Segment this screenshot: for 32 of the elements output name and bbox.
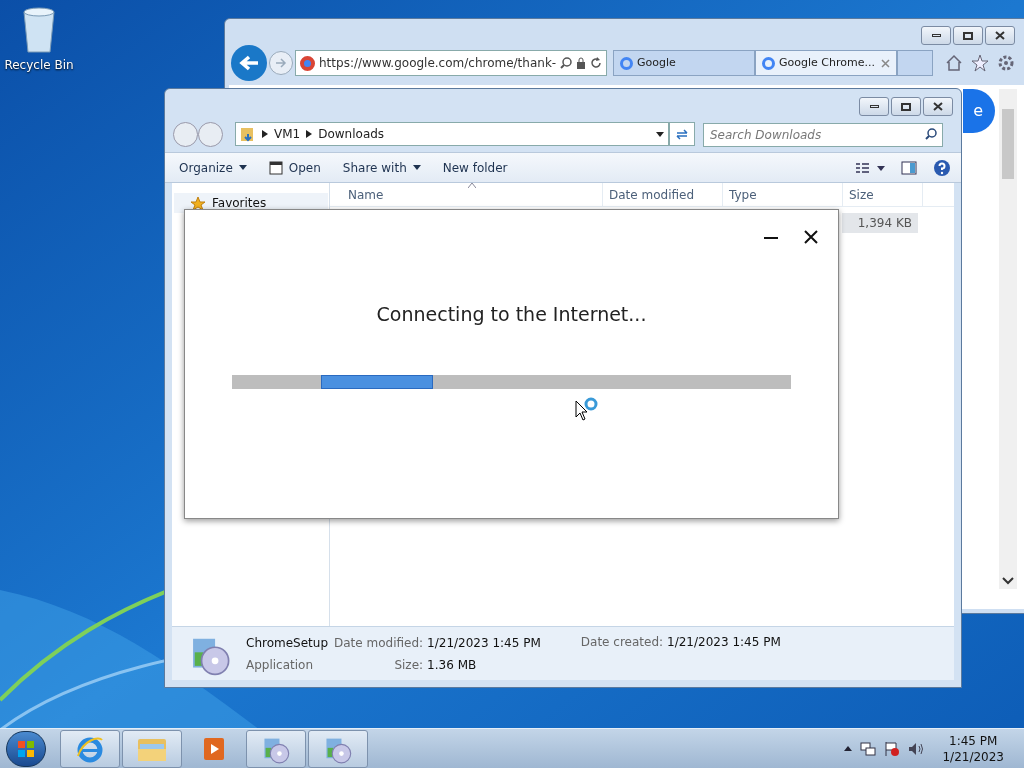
search-field[interactable]: Search Downloads: [703, 122, 943, 147]
sign-in-button[interactable]: e: [963, 89, 995, 133]
address-bar[interactable]: VM1 Downloads: [235, 122, 669, 146]
field-value: 1.36 MB: [427, 656, 478, 674]
tab-title: Google: [637, 54, 677, 71]
field-label: Size:: [393, 656, 424, 674]
field-value: 1/21/2023 1:45 PM: [427, 634, 541, 652]
desktop-icon-label: Recycle Bin: [4, 57, 74, 74]
field-label: Date created:: [580, 634, 664, 651]
address-bar[interactable]: https://www.google.com/chrome/thank-: [295, 50, 607, 76]
breadcrumb-item[interactable]: VM1: [274, 125, 301, 143]
column-header[interactable]: Date modified: [603, 183, 723, 206]
toolbar-button[interactable]: New folder: [438, 158, 512, 177]
field-value: 1/21/2023 1:45 PM: [667, 634, 781, 651]
field-label: Date modified:: [334, 634, 424, 652]
status-message: Connecting to the Internet...: [375, 302, 648, 327]
browser-tab[interactable]: Google: [613, 50, 755, 76]
column-header[interactable]: Type: [723, 183, 843, 206]
tab-title: Google Chrome...: [779, 54, 876, 71]
toolbar-button[interactable]: Share with: [338, 158, 425, 177]
url-text: https://www.google.com/chrome/thank-: [319, 55, 557, 72]
toolbar-button[interactable]: Open: [264, 158, 325, 177]
toolbar-button[interactable]: Organize: [175, 158, 251, 177]
breadcrumb-item[interactable]: Downloads: [318, 125, 385, 143]
clock[interactable]: 1:45 PM 1/21/2023: [942, 732, 1004, 765]
table-cell: 1,394 KB: [842, 213, 918, 233]
column-header[interactable]: Name: [330, 183, 603, 206]
nav-label: Favorites: [212, 195, 267, 212]
column-header[interactable]: Size: [843, 183, 923, 206]
file-name: ChromeSetup: [246, 634, 328, 652]
browser-tab[interactable]: Google Chrome...: [755, 50, 897, 76]
file-type: Application: [246, 656, 315, 674]
